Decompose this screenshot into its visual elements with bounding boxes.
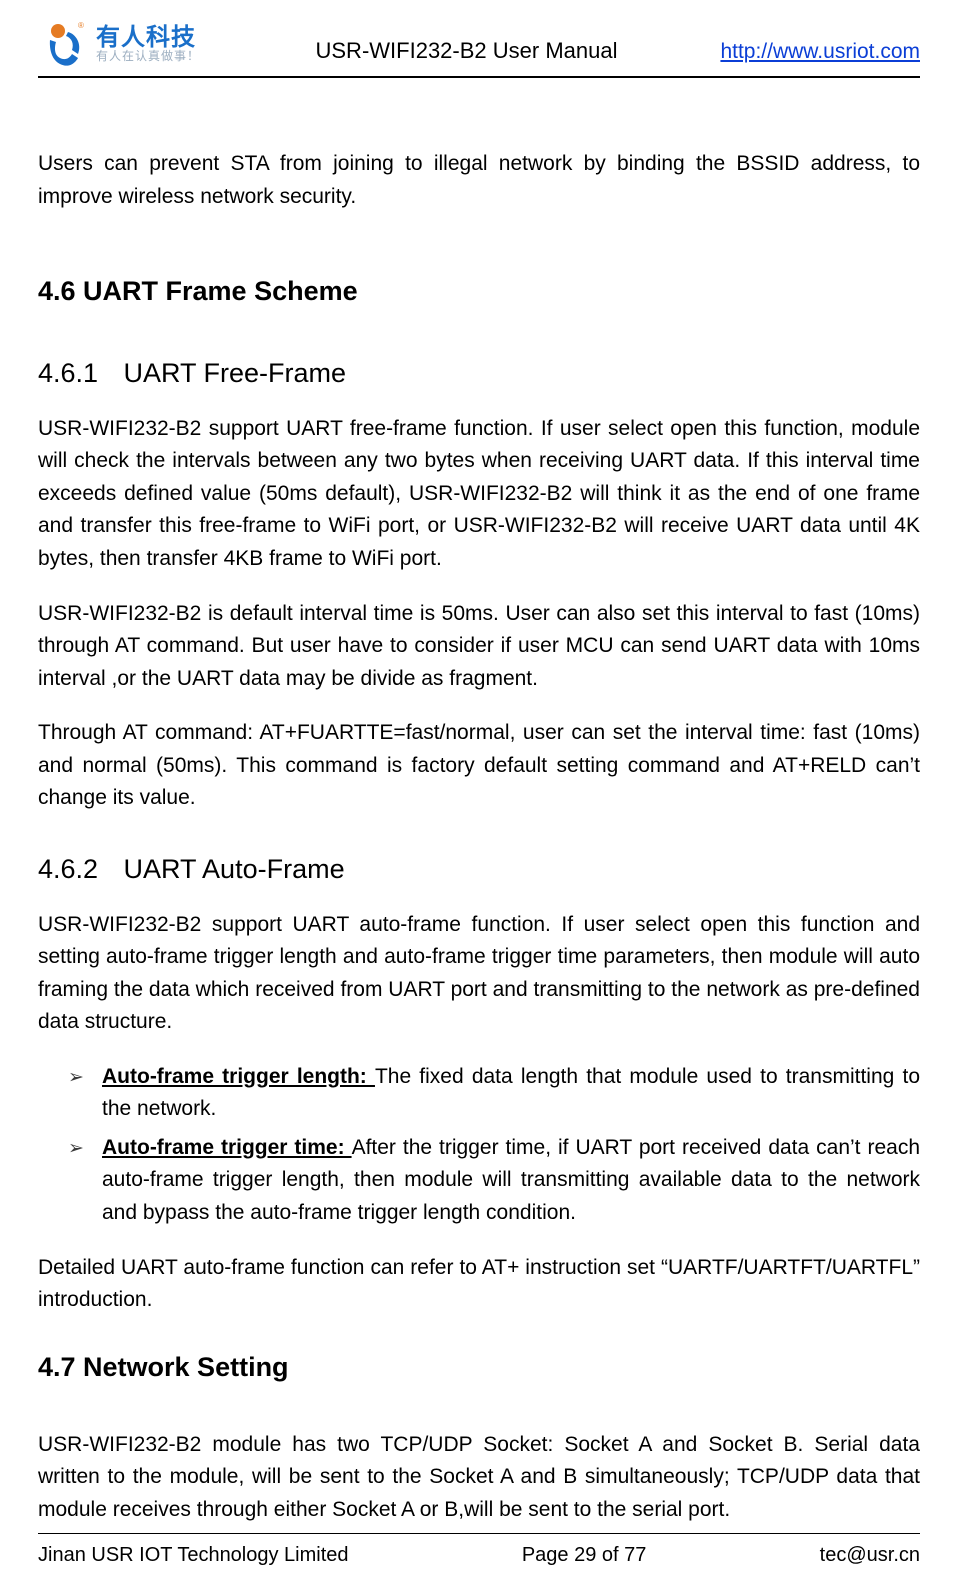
- section-4-6-2-p1: USR-WIFI232-B2 support UART auto-frame f…: [38, 909, 920, 1039]
- logo: ® 有人科技 有人在认真做事！: [38, 18, 243, 70]
- logo-tagline: 有人在认真做事！: [96, 50, 200, 63]
- footer-page-number: Page 29 of 77: [522, 1544, 647, 1567]
- bullet-trigger-length-label: Auto-frame trigger length:: [102, 1065, 375, 1088]
- auto-frame-bullets: Auto-frame trigger length: The fixed dat…: [38, 1061, 920, 1230]
- page: ® 有人科技 有人在认真做事！ USR-WIFI232-B2 User Manu…: [0, 0, 958, 1593]
- logo-text: 有人科技 有人在认真做事！: [96, 25, 200, 63]
- section-4-6-2-title: UART Auto-Frame: [124, 854, 345, 884]
- footer-company: Jinan USR IOT Technology Limited: [38, 1544, 349, 1567]
- section-4-6-1-heading: 4.6.1 UART Free-Frame: [38, 353, 920, 395]
- svg-text:®: ®: [78, 21, 84, 30]
- document-title: USR-WIFI232-B2 User Manual: [243, 38, 690, 70]
- section-4-6-heading: 4.6 UART Frame Scheme: [38, 271, 920, 313]
- bullet-trigger-time-label: Auto-frame trigger time:: [102, 1136, 352, 1159]
- website-link[interactable]: http://www.usriot.com: [720, 40, 920, 63]
- bullet-trigger-time: Auto-frame trigger time: After the trigg…: [68, 1132, 920, 1230]
- logo-cn: 有人科技: [96, 25, 200, 50]
- section-4-6-2-p2: Detailed UART auto-frame function can re…: [38, 1252, 920, 1317]
- intro-paragraph: Users can prevent STA from joining to il…: [38, 148, 920, 213]
- page-header: ® 有人科技 有人在认真做事！ USR-WIFI232-B2 User Manu…: [38, 18, 920, 78]
- section-4-7-p1: USR-WIFI232-B2 module has two TCP/UDP So…: [38, 1429, 920, 1527]
- section-4-6-1-p2: USR-WIFI232-B2 is default interval time …: [38, 598, 920, 696]
- section-4-6-1-p3: Through AT command: AT+FUARTTE=fast/norm…: [38, 717, 920, 815]
- section-4-6-2-heading: 4.6.2 UART Auto-Frame: [38, 849, 920, 891]
- section-4-6-1-title: UART Free-Frame: [124, 358, 347, 388]
- section-4-6-2-num: 4.6.2: [38, 849, 116, 891]
- page-footer: Jinan USR IOT Technology Limited Page 29…: [38, 1533, 920, 1567]
- section-4-7-heading: 4.7 Network Setting: [38, 1347, 920, 1389]
- header-link-wrap: http://www.usriot.com: [690, 40, 920, 70]
- page-body: Users can prevent STA from joining to il…: [38, 148, 920, 1526]
- company-logo-icon: ®: [38, 18, 90, 70]
- bullet-trigger-length: Auto-frame trigger length: The fixed dat…: [68, 1061, 920, 1126]
- footer-email: tec@usr.cn: [820, 1544, 920, 1567]
- section-4-6-1-num: 4.6.1: [38, 353, 116, 395]
- section-4-6-1-p1: USR-WIFI232-B2 support UART free-frame f…: [38, 413, 920, 576]
